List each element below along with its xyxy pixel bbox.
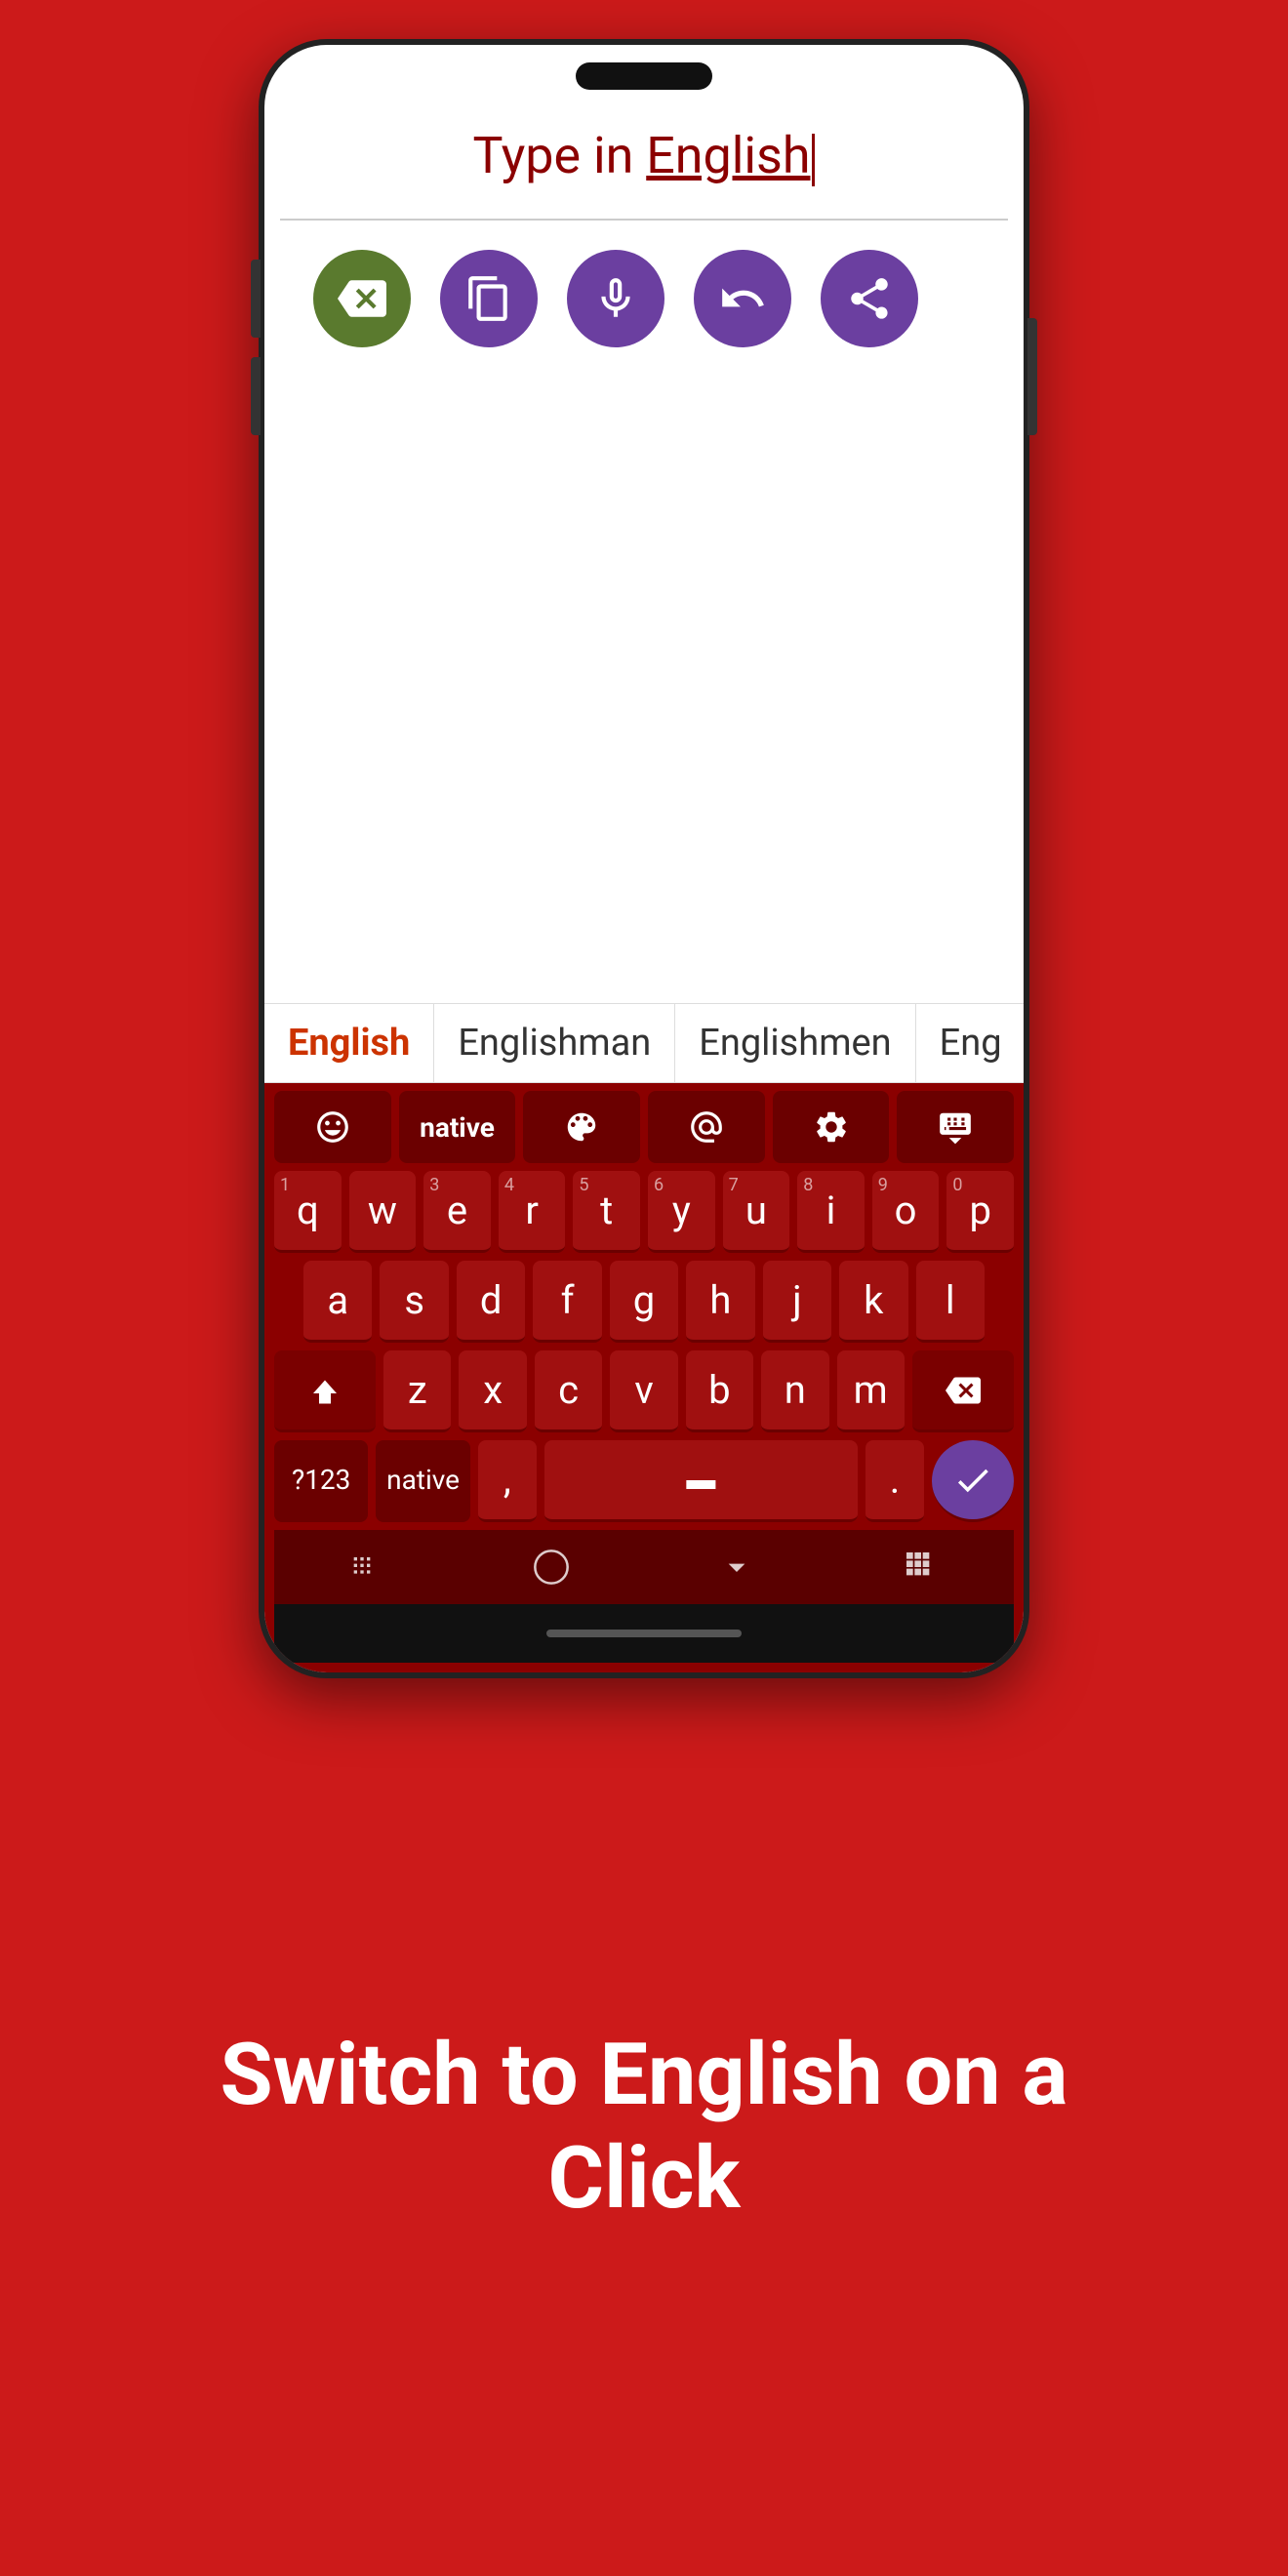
- home-nav-icon: [532, 1548, 571, 1587]
- action-buttons-row: [264, 221, 1024, 377]
- key-row-3: z x c v b n: [274, 1350, 1014, 1432]
- home-bar-indicator: [546, 1630, 742, 1637]
- copy-button[interactable]: [440, 250, 538, 347]
- grid-nav-icon: [902, 1548, 941, 1587]
- period-key[interactable]: .: [865, 1440, 924, 1522]
- bottom-title: Switch to English on a Click: [220, 2024, 1067, 2230]
- back-nav-button[interactable]: [347, 1548, 386, 1587]
- spacer: [264, 377, 1024, 1003]
- share-button[interactable]: [821, 250, 918, 347]
- autocomplete-item-englishman[interactable]: Englishman: [434, 1004, 675, 1082]
- hide-keyboard-button[interactable]: [897, 1091, 1014, 1163]
- key-p[interactable]: 0 p: [946, 1171, 1014, 1253]
- native-language-button[interactable]: native: [399, 1091, 516, 1163]
- microphone-icon: [591, 274, 640, 323]
- native-key[interactable]: native: [376, 1440, 469, 1522]
- key-j[interactable]: j: [763, 1261, 831, 1343]
- key-b[interactable]: b: [686, 1350, 753, 1432]
- typed-text: Type in English: [473, 126, 816, 185]
- grid-nav-button[interactable]: [902, 1548, 941, 1587]
- key-z[interactable]: z: [383, 1350, 451, 1432]
- phone-screen: Type in English: [264, 45, 1024, 1672]
- key-s[interactable]: s: [380, 1261, 448, 1343]
- key-x[interactable]: x: [459, 1350, 526, 1432]
- keyboard-toolbar: native: [274, 1091, 1014, 1163]
- key-u[interactable]: 7 u: [723, 1171, 790, 1253]
- down-nav-icon: [717, 1548, 756, 1587]
- autocomplete-item-englishmen[interactable]: Englishmen: [675, 1004, 915, 1082]
- phone-frame: Type in English: [259, 39, 1029, 1678]
- undo-button[interactable]: [694, 250, 791, 347]
- back-nav-icon: [347, 1548, 386, 1587]
- bottom-section: Switch to English on a Click: [141, 1678, 1146, 2576]
- key-t[interactable]: 5 t: [573, 1171, 640, 1253]
- key-n[interactable]: n: [761, 1350, 828, 1432]
- key-v[interactable]: v: [610, 1350, 677, 1432]
- down-nav-button[interactable]: [717, 1548, 756, 1587]
- palette-icon: [563, 1108, 600, 1146]
- key-h[interactable]: h: [686, 1261, 754, 1343]
- shift-icon: [307, 1373, 342, 1408]
- nav-bar: [274, 1530, 1014, 1604]
- autocomplete-item-english[interactable]: English: [264, 1004, 434, 1082]
- key-k[interactable]: k: [839, 1261, 907, 1343]
- highlighted-english-word: English: [646, 126, 810, 185]
- bottom-title-line2: Click: [547, 2128, 740, 2229]
- key-row-2: a s d f g h: [274, 1261, 1014, 1343]
- backspace-key[interactable]: [912, 1350, 1014, 1432]
- key-c[interactable]: c: [535, 1350, 602, 1432]
- autocomplete-bar: English Englishman Englishmen Eng: [264, 1003, 1024, 1083]
- key-a[interactable]: a: [303, 1261, 372, 1343]
- backspace-key-icon: [946, 1373, 981, 1408]
- key-i[interactable]: 8 i: [797, 1171, 865, 1253]
- emoji-icon: [314, 1108, 351, 1146]
- key-row-1: 1 q w 3 e 4 r 5: [274, 1171, 1014, 1253]
- key-l[interactable]: l: [916, 1261, 985, 1343]
- key-r[interactable]: 4 r: [499, 1171, 566, 1253]
- numpad-key[interactable]: ?123: [274, 1440, 368, 1522]
- volume-up-button[interactable]: [251, 260, 261, 338]
- home-bar: [274, 1604, 1014, 1663]
- key-y[interactable]: 6 y: [648, 1171, 715, 1253]
- settings-icon: [813, 1108, 850, 1146]
- microphone-button[interactable]: [567, 250, 664, 347]
- at-symbol-button[interactable]: [648, 1091, 765, 1163]
- text-prefix: Type in: [473, 126, 647, 185]
- copy-icon: [464, 274, 513, 323]
- keyboard-hide-icon: [937, 1108, 974, 1146]
- key-e[interactable]: 3 e: [423, 1171, 491, 1253]
- checkmark-icon: [952, 1460, 993, 1501]
- theme-button[interactable]: [523, 1091, 640, 1163]
- keyboard: native: [264, 1083, 1024, 1672]
- undo-icon: [718, 274, 767, 323]
- native-label: native: [420, 1111, 495, 1144]
- shift-key[interactable]: [274, 1350, 376, 1432]
- key-d[interactable]: d: [457, 1261, 525, 1343]
- key-o[interactable]: 9 o: [872, 1171, 940, 1253]
- text-input-area[interactable]: Type in English: [280, 94, 1008, 221]
- backspace-icon: [338, 274, 386, 323]
- settings-button[interactable]: [773, 1091, 890, 1163]
- key-row-4: ?123 native , ▬ .: [274, 1440, 1014, 1522]
- at-icon: [688, 1108, 725, 1146]
- key-w[interactable]: w: [349, 1171, 417, 1253]
- text-cursor: [812, 134, 815, 186]
- home-nav-button[interactable]: [532, 1548, 571, 1587]
- space-key[interactable]: ▬: [544, 1440, 858, 1522]
- bottom-title-line1: Switch to English on a: [220, 2025, 1067, 2125]
- delete-button[interactable]: [313, 250, 411, 347]
- comma-key[interactable]: ,: [478, 1440, 537, 1522]
- emoji-button[interactable]: [274, 1091, 391, 1163]
- key-f[interactable]: f: [533, 1261, 601, 1343]
- enter-key[interactable]: [932, 1440, 1014, 1522]
- volume-down-button[interactable]: [251, 357, 261, 435]
- autocomplete-item-eng[interactable]: Eng: [916, 1004, 1024, 1082]
- share-icon: [845, 274, 894, 323]
- key-q[interactable]: 1 q: [274, 1171, 342, 1253]
- key-m[interactable]: m: [837, 1350, 905, 1432]
- screen-content: Type in English: [264, 45, 1024, 1672]
- key-g[interactable]: g: [610, 1261, 678, 1343]
